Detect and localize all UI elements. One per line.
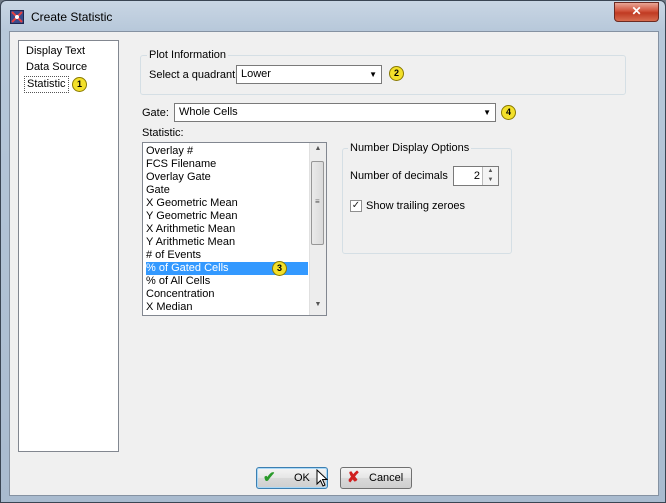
statistic-list-item[interactable]: FCS Filename	[146, 158, 308, 171]
quadrant-label: Select a quadrant	[149, 69, 236, 81]
trailing-zeroes-label: Show trailing zeroes	[366, 200, 466, 212]
statistic-list-item[interactable]: X Median	[146, 301, 308, 314]
callout-badge-4: 4	[501, 105, 516, 120]
window-title: Create Statistic	[31, 10, 113, 24]
decimals-label: Number of decimals	[350, 170, 448, 182]
chevron-down-icon: ▼	[369, 70, 377, 79]
checkmark-icon: ✓	[351, 200, 361, 211]
statistic-label: Statistic:	[142, 127, 184, 139]
statistic-list-item[interactable]: # of Events	[146, 249, 308, 262]
statistic-list-item[interactable]: X Geometric Mean	[146, 197, 308, 210]
scroll-down-icon[interactable]: ▼	[312, 301, 324, 313]
spin-down-icon[interactable]: ▼	[483, 176, 498, 185]
callout-badge-2: 2	[389, 66, 404, 81]
grip-icon: ≡	[315, 197, 320, 206]
mouse-cursor-icon	[316, 469, 328, 487]
cancel-button[interactable]: ✘ Cancel	[340, 467, 412, 489]
chevron-down-icon: ▼	[483, 108, 491, 117]
plot-information-label: Plot Information	[147, 49, 229, 61]
quadrant-dropdown[interactable]: Lower ▼	[236, 65, 382, 84]
cancel-x-icon: ✘	[347, 469, 360, 486]
statistic-list-item[interactable]: Concentration	[146, 288, 308, 301]
nav-item-data-source[interactable]: Data Source	[24, 60, 89, 75]
gate-dropdown[interactable]: Whole Cells ▼	[174, 103, 496, 122]
create-statistic-dialog: Create Statistic ✕ Display Text Data Sou…	[0, 0, 666, 503]
statistic-list-item[interactable]: Gate	[146, 184, 308, 197]
decimals-value: 2	[473, 170, 480, 182]
nav-item-statistic[interactable]: Statistic	[24, 76, 69, 93]
gate-label: Gate:	[142, 107, 169, 119]
statistic-list-item[interactable]: Y Geometric Mean	[146, 210, 308, 223]
statistic-list-item[interactable]: Overlay Gate	[146, 171, 308, 184]
checkmark-icon: ✔	[263, 469, 276, 486]
app-logo-icon	[10, 10, 24, 24]
statistic-listbox[interactable]: Overlay # FCS Filename Overlay Gate Gate X G…	[142, 142, 327, 316]
spinner-buttons[interactable]: ▲ ▼	[482, 167, 498, 185]
spin-up-icon[interactable]: ▲	[483, 167, 498, 176]
dialog-body: Display Text Data Source Statistic 1 Plo…	[9, 31, 659, 496]
statistic-list-item[interactable]: Y Arithmetic Mean	[146, 236, 308, 249]
scroll-up-icon[interactable]: ▲	[312, 145, 324, 157]
close-button[interactable]: ✕	[614, 2, 659, 22]
nav-item-display-text[interactable]: Display Text	[24, 44, 87, 59]
scroll-thumb[interactable]: ≡	[311, 161, 324, 245]
callout-badge-1: 1	[72, 77, 87, 92]
category-list[interactable]: Display Text Data Source Statistic 1	[18, 40, 119, 452]
number-display-label: Number Display Options	[348, 142, 472, 154]
statistic-list-item[interactable]: % of All Cells	[146, 275, 308, 288]
vertical-scrollbar[interactable]: ▲ ≡ ▼	[309, 143, 326, 315]
title-bar[interactable]: Create Statistic ✕	[1, 1, 665, 31]
statistic-list-item[interactable]: X Arithmetic Mean	[146, 223, 308, 236]
decimals-spinner[interactable]: 2 ▲ ▼	[453, 166, 499, 186]
statistic-list-item[interactable]: Overlay #	[146, 145, 308, 158]
callout-badge-3: 3	[272, 261, 287, 276]
close-icon: ✕	[631, 4, 642, 18]
trailing-zeroes-checkbox[interactable]: ✓	[350, 200, 362, 212]
